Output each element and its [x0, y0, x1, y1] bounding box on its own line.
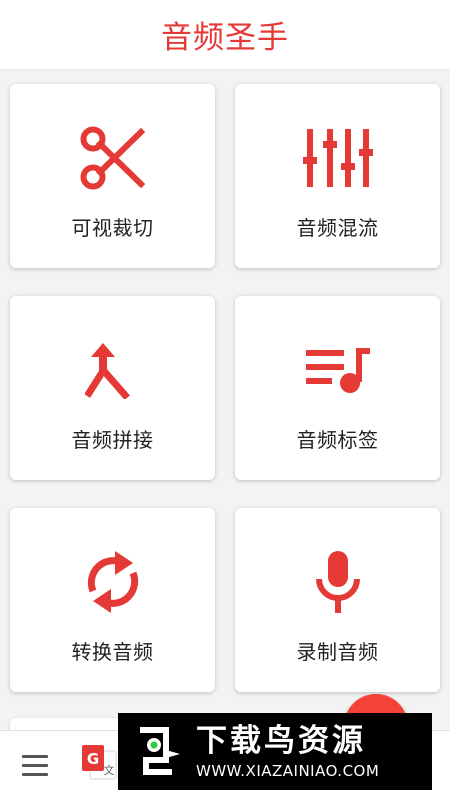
tool-label: 音频混流 — [296, 216, 379, 240]
merge-arrow-icon — [75, 332, 151, 408]
tool-label: 录制音频 — [296, 640, 379, 664]
tool-card-audio-mix[interactable]: 音频混流 — [235, 84, 440, 268]
app-header: 音频圣手 — [0, 0, 450, 70]
watermark-text: 下载鸟资源 WWW.XIAZAINIAO.COM — [196, 723, 379, 781]
tool-card-visual-cut[interactable]: 可视裁切 — [10, 84, 215, 268]
tool-card-record-audio[interactable]: 录制音频 — [235, 508, 440, 692]
svg-text:文: 文 — [104, 763, 115, 777]
playlist-music-note-icon — [300, 332, 376, 408]
tool-label: 音频标签 — [296, 428, 379, 452]
tool-card-convert-audio[interactable]: 转换音频 — [10, 508, 215, 692]
tool-label: 转换音频 — [71, 640, 154, 664]
equalizer-sliders-icon — [300, 120, 376, 196]
tool-label: 音频拼接 — [71, 428, 154, 452]
microphone-icon — [300, 544, 376, 620]
tool-label: 可视裁切 — [71, 216, 154, 240]
svg-text:G: G — [87, 750, 99, 768]
tool-card-audio-tag[interactable]: 音频标签 — [235, 296, 440, 480]
google-translate-icon[interactable]: G 文 — [82, 745, 118, 781]
tool-card-audio-join[interactable]: 音频拼接 — [10, 296, 215, 480]
bird-logo-icon — [126, 719, 190, 784]
scissors-icon — [75, 120, 151, 196]
sync-arrows-icon — [75, 544, 151, 620]
watermark-url: WWW.XIAZAINIAO.COM — [196, 761, 380, 780]
app-title: 音频圣手 — [161, 20, 289, 56]
hamburger-menu-icon[interactable] — [22, 755, 48, 777]
watermark-banner: 下载鸟资源 WWW.XIAZAINIAO.COM — [118, 713, 432, 790]
watermark-brand: 下载鸟资源 — [196, 722, 366, 759]
